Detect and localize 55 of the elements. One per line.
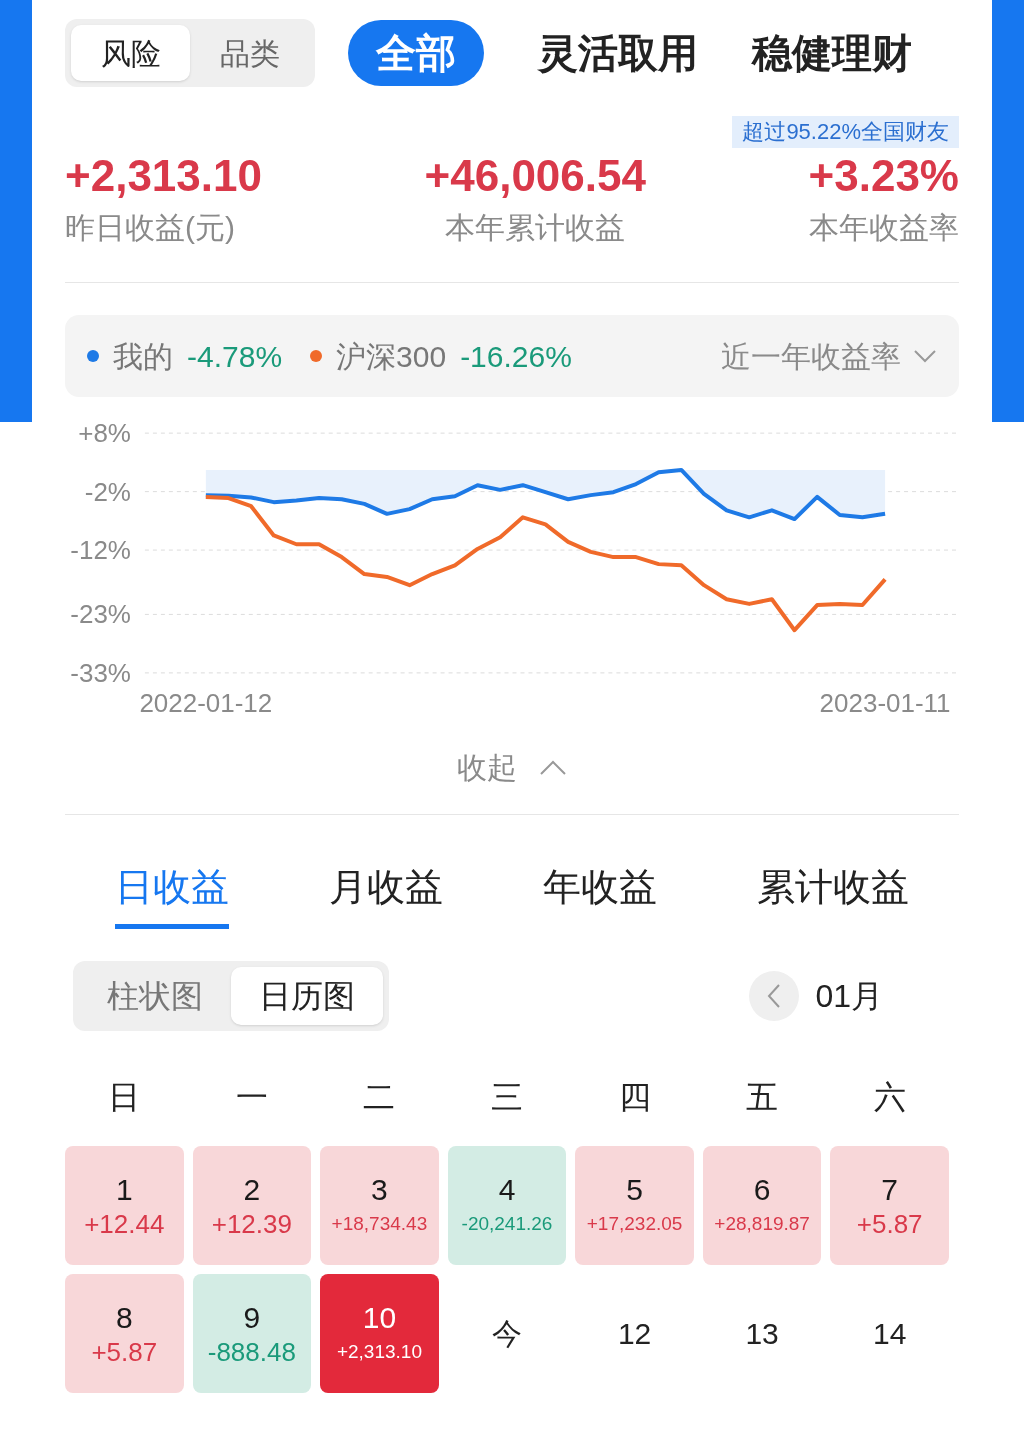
legend-name: 沪深300	[336, 338, 447, 375]
legend-value: -4.78%	[187, 338, 283, 375]
calendar-day[interactable]: 5 +17,232.05	[575, 1146, 694, 1265]
stat-label: 本年收益率	[809, 210, 959, 246]
y-axis-label: -12%	[70, 535, 131, 566]
category-tab[interactable]: 稳健理财	[752, 23, 912, 83]
period-tab[interactable]: 年收益	[543, 859, 657, 929]
x-axis-label: 2022-01-12	[139, 687, 273, 717]
calendar-day[interactable]: 12	[575, 1274, 694, 1393]
legend-name: 我的	[113, 338, 173, 375]
y-axis-label: -23%	[70, 599, 131, 630]
view-tab[interactable]: 日历图	[231, 967, 383, 1025]
calendar-day[interactable]: 8 +5.87	[65, 1274, 184, 1393]
stat-label: 昨日收益(元)	[65, 210, 235, 246]
category-tab[interactable]: 全部	[348, 20, 484, 86]
chevron-down-icon	[913, 349, 937, 363]
period-tab[interactable]: 日收益	[115, 859, 229, 929]
calendar-day[interactable]: 13	[702, 1274, 822, 1393]
calendar-day[interactable]: 1 +12.44	[65, 1146, 184, 1265]
calendar-day[interactable]: 今	[447, 1274, 567, 1393]
weekday-label: 六	[872, 1078, 907, 1117]
rank-badge: 超过95.22%全国财友	[732, 116, 959, 148]
y-axis-label: +8%	[78, 418, 131, 449]
calendar-day[interactable]: 14	[830, 1274, 949, 1393]
stat-value: +46,006.54	[424, 150, 646, 202]
segment-tab[interactable]: 风险	[71, 25, 190, 81]
weekday-label: 二	[362, 1078, 397, 1117]
calendar-day[interactable]: 10 +2,313.10	[320, 1274, 439, 1393]
segment-tab[interactable]: 品类	[190, 25, 309, 81]
weekday-label: 一	[234, 1078, 269, 1117]
stat-value: +3.23%	[808, 150, 959, 202]
calendar-day[interactable]: 6 +28,819.87	[702, 1146, 822, 1265]
weekday-label: 五	[745, 1078, 780, 1117]
period-tab[interactable]: 累计收益	[757, 859, 909, 929]
chevron-up-icon	[539, 759, 567, 776]
calendar-day[interactable]: 9 -888.48	[192, 1274, 312, 1393]
weekday-label: 日	[107, 1078, 142, 1117]
weekday-label: 三	[490, 1078, 524, 1117]
calendar-day[interactable]: 2 +12.39	[192, 1146, 312, 1265]
calendar-day[interactable]: 4 -20,241.26	[447, 1146, 567, 1265]
y-axis-label: -33%	[70, 657, 131, 688]
stat-label: 本年累计收益	[445, 210, 626, 246]
category-tab[interactable]: 灵活取用	[538, 23, 698, 83]
stat-value: +2,313.10	[65, 150, 262, 202]
legend-value: -16.26%	[460, 338, 572, 375]
previous-month-button[interactable]	[749, 971, 800, 1021]
weekday-label: 四	[617, 1078, 652, 1117]
period-tab[interactable]: 月收益	[329, 859, 443, 929]
calendar-day[interactable]: 7 +5.87	[830, 1146, 949, 1265]
chevron-left-icon	[767, 983, 782, 1009]
view-tab[interactable]: 柱状图	[79, 967, 231, 1025]
y-axis-label: -2%	[84, 476, 131, 507]
x-axis-label: 2023-01-11	[819, 687, 951, 717]
calendar-day[interactable]: 3 +18,734.43	[320, 1146, 439, 1265]
month-label: 01月	[815, 977, 883, 1016]
